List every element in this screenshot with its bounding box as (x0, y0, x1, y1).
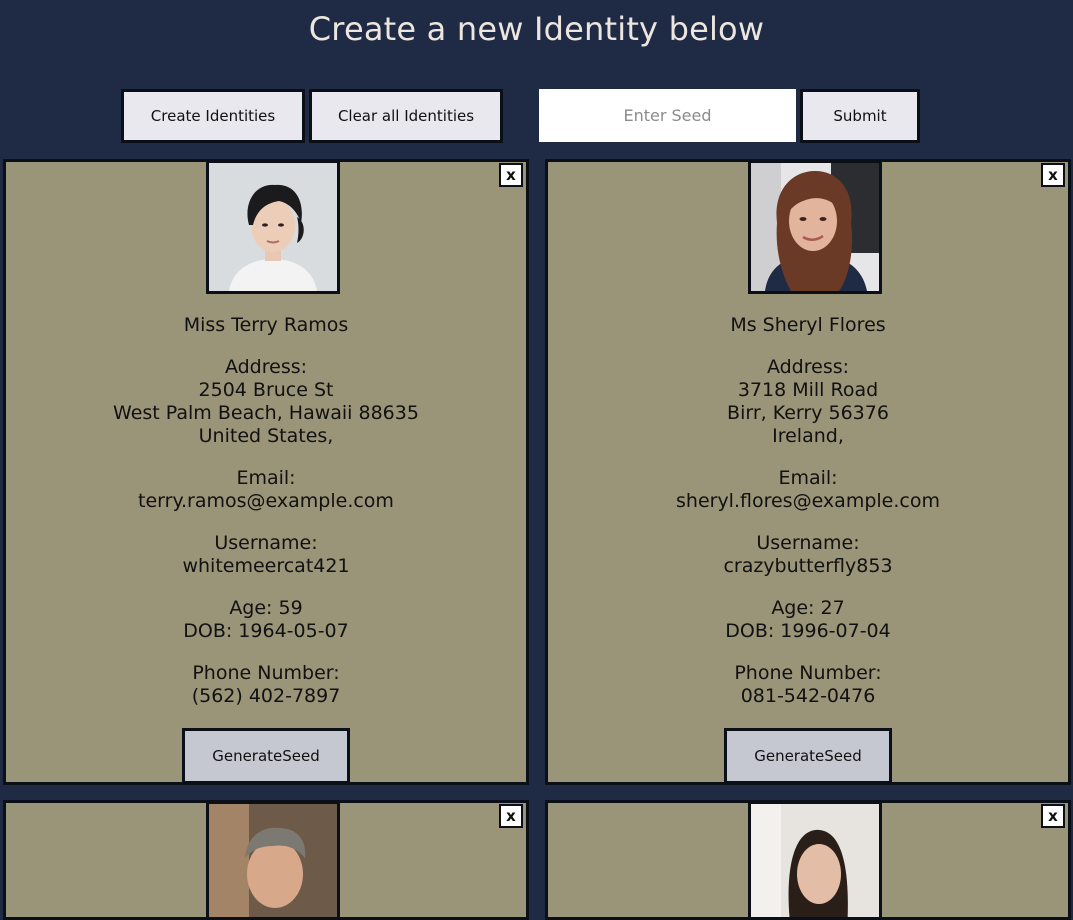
address-label: Address: (224, 356, 308, 378)
username-block: Username: whitemeercat421 (6, 532, 526, 578)
identity-name: Miss Terry Ramos (183, 314, 349, 336)
dob-value: DOB: 1964-05-07 (183, 620, 349, 642)
generate-seed-button[interactable]: GenerateSeed (724, 728, 892, 782)
portrait-image (751, 804, 879, 917)
username-label: Username: (214, 532, 318, 554)
phone-block: Phone Number: 081-542-0476 (548, 662, 1068, 708)
email-label: Email: (236, 467, 296, 489)
address-street: 3718 Mill Road (737, 379, 879, 401)
address-city: West Palm Beach, Hawaii 88635 (113, 402, 419, 424)
username-value: crazybutterfly853 (723, 555, 893, 577)
portrait-image (209, 804, 337, 917)
age-block: Age: 59 DOB: 1964-05-07 (6, 597, 526, 643)
identity-card: x (545, 800, 1071, 920)
age-value: Age: 27 (771, 597, 845, 619)
identity-info: Miss Terry Ramos Address: 2504 Bruce St … (6, 314, 526, 727)
generate-seed-button[interactable]: GenerateSeed (182, 728, 350, 782)
address-label: Address: (766, 356, 850, 378)
identity-name: Ms Sheryl Flores (730, 314, 886, 336)
identity-card: x Miss Terry Ramos Address: 2504 Bruce S… (3, 159, 529, 785)
avatar (206, 803, 340, 917)
age-block: Age: 27 DOB: 1996-07-04 (548, 597, 1068, 643)
close-button[interactable]: x (499, 804, 523, 828)
email-value: terry.ramos@example.com (138, 490, 394, 512)
email-value: sheryl.flores@example.com (676, 490, 940, 512)
identity-card: x (3, 800, 529, 920)
address-city: Birr, Kerry 56376 (727, 402, 889, 424)
avatar (748, 803, 882, 917)
close-button[interactable]: x (1041, 804, 1065, 828)
email-block: Email: terry.ramos@example.com (6, 467, 526, 513)
phone-value: (562) 402-7897 (191, 685, 341, 707)
age-value: Age: 59 (229, 597, 303, 619)
address-block: Address: 3718 Mill Road Birr, Kerry 5637… (548, 356, 1068, 448)
identity-card: x Ms Sheryl Flores Address: 3718 Mill Ro… (545, 159, 1071, 785)
close-button[interactable]: x (499, 163, 523, 187)
address-country: Ireland, (772, 425, 844, 447)
avatar (748, 162, 882, 294)
phone-label: Phone Number: (734, 662, 882, 684)
phone-block: Phone Number: (562) 402-7897 (6, 662, 526, 708)
page-title: Create a new Identity below (308, 10, 765, 48)
phone-value: 081-542-0476 (740, 685, 876, 707)
address-country: United States, (198, 425, 334, 447)
username-block: Username: crazybutterfly853 (548, 532, 1068, 578)
username-label: Username: (756, 532, 860, 554)
address-block: Address: 2504 Bruce St West Palm Beach, … (6, 356, 526, 448)
username-value: whitemeercat421 (182, 555, 350, 577)
email-block: Email: sheryl.flores@example.com (548, 467, 1068, 513)
create-identities-button[interactable]: Create Identities (121, 89, 305, 143)
identity-info: Ms Sheryl Flores Address: 3718 Mill Road… (548, 314, 1068, 727)
clear-identities-button[interactable]: Clear all Identities (309, 89, 503, 143)
close-button[interactable]: x (1041, 163, 1065, 187)
dob-value: DOB: 1996-07-04 (725, 620, 891, 642)
portrait-image (751, 163, 879, 291)
portrait-image (209, 163, 337, 291)
avatar (206, 162, 340, 294)
email-label: Email: (778, 467, 838, 489)
phone-label: Phone Number: (192, 662, 340, 684)
address-street: 2504 Bruce St (198, 379, 334, 401)
seed-input[interactable] (539, 89, 796, 142)
submit-button[interactable]: Submit (800, 89, 920, 143)
